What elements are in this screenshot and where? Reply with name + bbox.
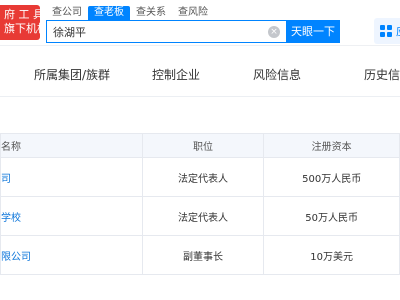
- table-row: 学校 法定代表人 50万人民币: [0, 196, 400, 236]
- search-input[interactable]: [53, 25, 268, 38]
- position-cell: 副董事长: [141, 235, 265, 275]
- company-link[interactable]: 司: [0, 157, 143, 197]
- tab-company[interactable]: 查公司: [46, 6, 88, 20]
- header-position: 职位: [141, 133, 265, 158]
- nav-item-group[interactable]: 所属集团/族群: [34, 66, 110, 83]
- nav-item-history[interactable]: 历史信: [364, 66, 400, 83]
- section-nav: 所属集团/族群 控制企业 风险信息 历史信: [0, 47, 400, 97]
- tab-relation[interactable]: 查关系: [130, 6, 172, 20]
- position-cell: 法定代表人: [141, 157, 265, 197]
- clear-icon[interactable]: ×: [268, 25, 280, 38]
- table-header-row: 名称 职位 注册资本: [0, 133, 400, 158]
- capital-cell: 50万人民币: [263, 196, 400, 236]
- grid-icon: [380, 25, 392, 37]
- company-link[interactable]: 限公司: [0, 235, 143, 275]
- app-button[interactable]: 应: [374, 18, 400, 44]
- header-capital: 注册资本: [263, 133, 400, 158]
- header-name: 名称: [0, 133, 143, 158]
- search-box: ×: [46, 20, 286, 43]
- nav-item-controlled[interactable]: 控制企业: [152, 66, 200, 83]
- capital-cell: 10万美元: [263, 235, 400, 275]
- search-button[interactable]: 天眼一下: [286, 20, 340, 43]
- positions-table: 名称 职位 注册资本 司 法定代表人 500万人民币 学校 法定代表人 50万人…: [0, 133, 400, 275]
- tab-boss[interactable]: 查老板: [88, 6, 130, 20]
- logo-line-1: 府 工 具: [4, 8, 44, 21]
- table-row: 限公司 副董事长 10万美元: [0, 235, 400, 275]
- company-link[interactable]: 学校: [0, 196, 143, 236]
- app-button-label: 应: [396, 23, 400, 39]
- search-tabs: 查公司 查老板 查关系 查风险: [46, 6, 214, 20]
- tab-risk[interactable]: 查风险: [172, 6, 214, 20]
- top-bar: 府 工 具 旗下机构 查公司 查老板 查关系 查风险 × 天眼一下 应: [0, 0, 400, 46]
- table-row: 司 法定代表人 500万人民币: [0, 157, 400, 197]
- position-cell: 法定代表人: [141, 196, 265, 236]
- logo-badge[interactable]: 府 工 具 旗下机构: [0, 5, 48, 40]
- capital-cell: 500万人民币: [263, 157, 400, 197]
- logo-line-2: 旗下机构: [4, 22, 48, 35]
- spacer: [0, 97, 400, 133]
- nav-item-risk[interactable]: 风险信息: [253, 66, 301, 83]
